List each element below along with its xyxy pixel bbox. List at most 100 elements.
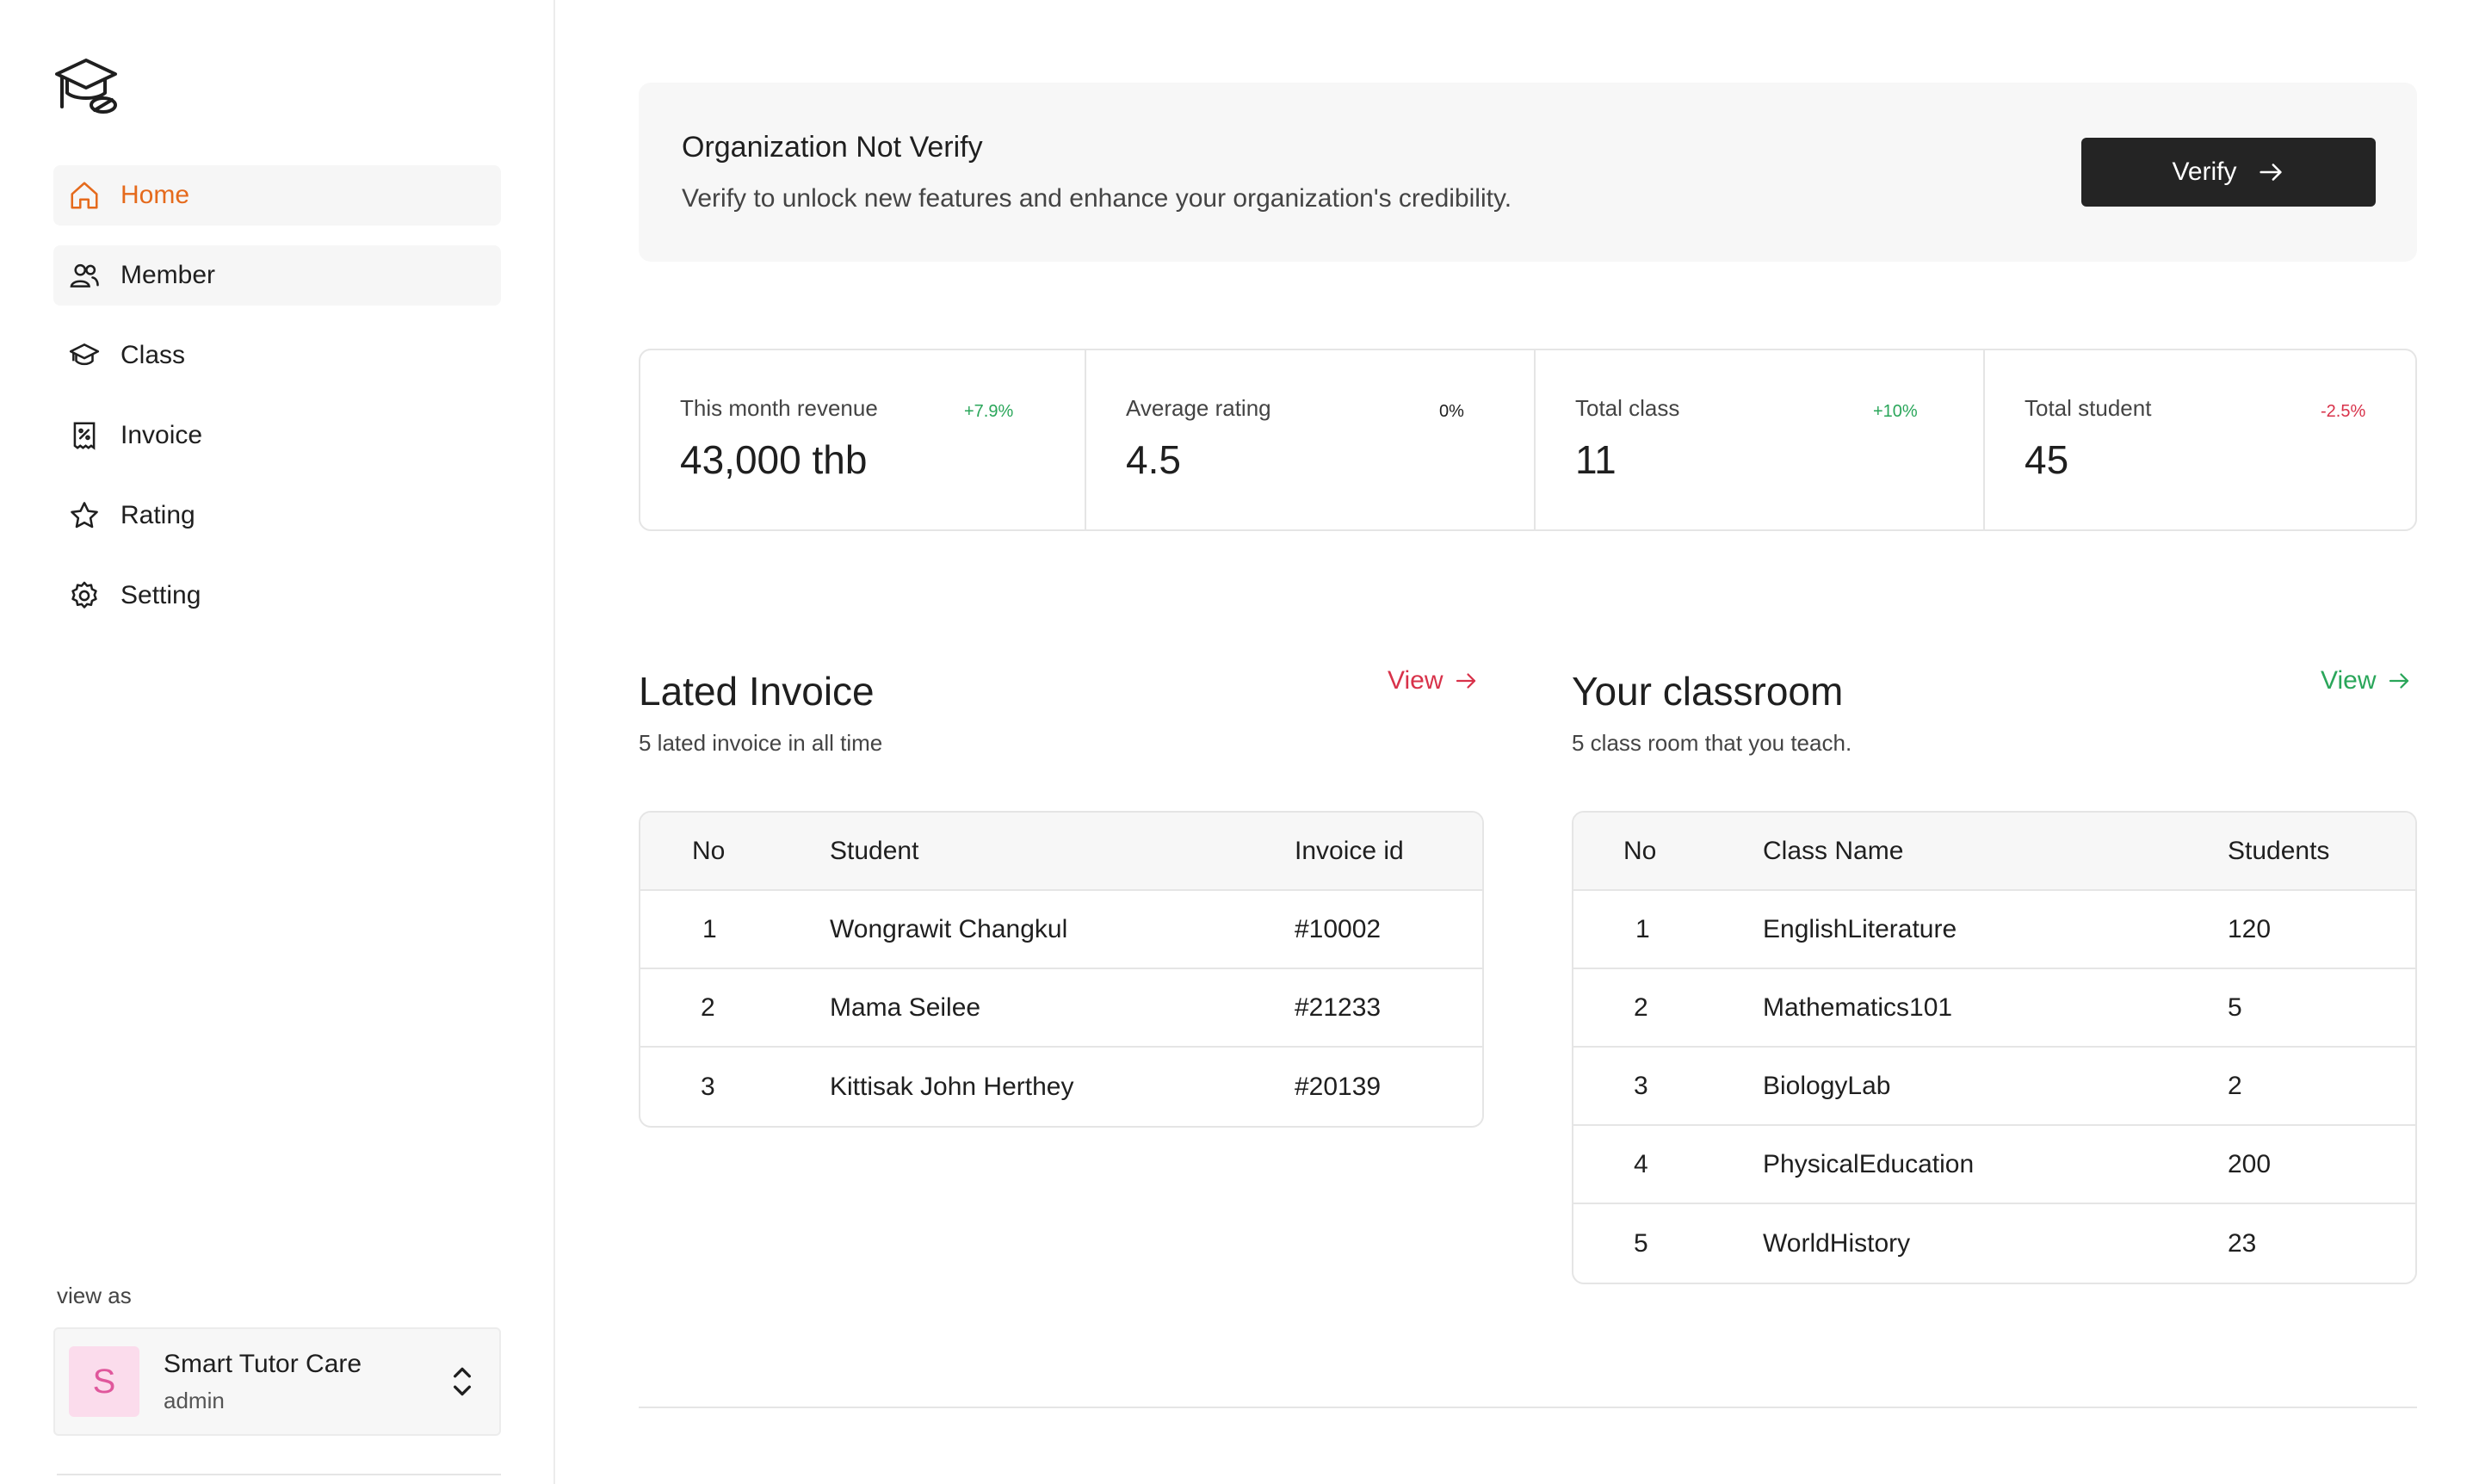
table-cell: Mathematics101 xyxy=(1763,992,1953,1022)
table-cell: BiologyLab xyxy=(1763,1071,1891,1100)
stat-label: Average rating xyxy=(1126,395,1271,421)
verify-banner: Organization Not Verify Verify to unlock… xyxy=(639,83,2417,262)
stat-delta: 0% xyxy=(1439,402,1464,421)
column-header: Class Name xyxy=(1763,836,1904,865)
table-header: No Student Invoice id xyxy=(640,813,1482,891)
stat-value: 43,000 thb xyxy=(680,437,868,482)
table-cell: 2 xyxy=(2228,1071,2242,1100)
view-link-label: View xyxy=(2321,666,2377,695)
classroom-section-title: Your classroom xyxy=(1572,669,1844,714)
users-icon xyxy=(67,258,102,293)
stat-card-class: Total class 11 +10% xyxy=(1536,350,1985,529)
sidebar-item-invoice[interactable]: Invoice xyxy=(53,405,501,466)
stat-card-rating: Average rating 4.5 0% xyxy=(1086,350,1536,529)
divider xyxy=(57,1474,501,1475)
sidebar-nav: Home Member Class Invoice Rating Setting xyxy=(53,165,501,646)
graduation-cap-icon[interactable] xyxy=(53,53,122,115)
table-cell: Mama Seilee xyxy=(830,992,981,1022)
stat-value: 11 xyxy=(1575,437,1617,482)
sidebar: Home Member Class Invoice Rating Setting… xyxy=(0,0,555,1484)
home-icon xyxy=(67,178,102,213)
sidebar-item-rating[interactable]: Rating xyxy=(53,485,501,546)
sidebar-item-home[interactable]: Home xyxy=(53,165,501,226)
table-cell: 4 xyxy=(1634,1149,1648,1178)
table-cell: 3 xyxy=(1634,1071,1648,1100)
divider xyxy=(639,1407,2417,1408)
sidebar-item-label: Rating xyxy=(121,501,195,529)
stat-label: Total class xyxy=(1575,395,1680,421)
table-row[interactable]: 3 BiologyLab 2 xyxy=(1573,1048,2415,1126)
table-cell: Kittisak John Herthey xyxy=(830,1072,1074,1101)
column-header: No xyxy=(692,836,726,865)
verify-button-label: Verify xyxy=(2172,158,2237,186)
org-name: Smart Tutor Care xyxy=(164,1349,362,1378)
table-cell: 5 xyxy=(1634,1228,1648,1258)
stats-panel: This month revenue 43,000 thb +7.9% Aver… xyxy=(639,349,2417,531)
table-cell: 200 xyxy=(2228,1149,2272,1178)
stat-value: 45 xyxy=(2025,437,2069,482)
invoice-table: No Student Invoice id 1 Wongrawit Changk… xyxy=(639,811,1484,1128)
sidebar-item-label: Member xyxy=(121,261,216,289)
classroom-table: No Class Name Students 1 EnglishLiteratu… xyxy=(1572,811,2417,1284)
table-row[interactable]: 1 EnglishLiterature 120 xyxy=(1573,891,2415,969)
invoice-section-title: Lated Invoice xyxy=(639,669,875,714)
stat-card-revenue: This month revenue 43,000 thb +7.9% xyxy=(640,350,1086,529)
table-row[interactable]: 4 PhysicalEducation 200 xyxy=(1573,1126,2415,1204)
table-cell: 2 xyxy=(701,992,715,1022)
classroom-view-link[interactable]: View xyxy=(2321,666,2412,696)
org-role: admin xyxy=(164,1387,225,1413)
sidebar-item-label: Class xyxy=(121,341,186,369)
gear-icon xyxy=(67,578,102,613)
table-cell: PhysicalEducation xyxy=(1763,1149,1975,1178)
classroom-section-subtitle: 5 class room that you teach. xyxy=(1572,730,1852,756)
banner-subtitle: Verify to unlock new features and enhanc… xyxy=(682,184,1512,213)
view-link-label: View xyxy=(1388,666,1444,695)
column-header: No xyxy=(1623,836,1657,865)
org-switcher[interactable]: S Smart Tutor Care admin xyxy=(53,1327,501,1436)
graduation-cap-icon xyxy=(67,338,102,373)
stat-value: 4.5 xyxy=(1126,437,1181,482)
stat-label: Total student xyxy=(2025,395,2152,421)
table-cell: EnglishLiterature xyxy=(1763,914,1957,943)
verify-button[interactable]: Verify xyxy=(2081,138,2376,207)
view-as-label: view as xyxy=(57,1283,132,1308)
sidebar-item-label: Home xyxy=(121,181,190,209)
table-cell: 120 xyxy=(2228,914,2272,943)
stat-delta: -2.5% xyxy=(2321,402,2366,421)
banner-title: Organization Not Verify xyxy=(682,131,983,164)
table-row[interactable]: 3 Kittisak John Herthey #20139 xyxy=(640,1048,1482,1126)
avatar: S xyxy=(69,1346,139,1417)
table-cell: 3 xyxy=(701,1072,715,1101)
table-row[interactable]: 2 Mathematics101 5 xyxy=(1573,969,2415,1048)
chevron-up-down-icon[interactable] xyxy=(441,1360,484,1403)
table-cell: WorldHistory xyxy=(1763,1228,1911,1258)
stat-delta: +7.9% xyxy=(964,402,1014,421)
star-icon xyxy=(67,498,102,533)
arrow-right-icon xyxy=(2389,673,2409,689)
invoice-view-link[interactable]: View xyxy=(1388,666,1479,696)
column-header: Invoice id xyxy=(1295,836,1404,865)
sidebar-item-label: Setting xyxy=(121,581,201,609)
sidebar-item-label: Invoice xyxy=(121,421,203,449)
arrow-right-icon xyxy=(2259,164,2282,181)
table-header: No Class Name Students xyxy=(1573,813,2415,891)
table-row[interactable]: 5 WorldHistory 23 xyxy=(1573,1204,2415,1283)
table-cell: 1 xyxy=(1635,914,1650,943)
table-cell: 1 xyxy=(702,914,717,943)
stat-card-students: Total student 45 -2.5% xyxy=(1985,350,2415,529)
table-row[interactable]: 2 Mama Seilee #21233 xyxy=(640,969,1482,1048)
sidebar-item-setting[interactable]: Setting xyxy=(53,566,501,626)
invoice-section-subtitle: 5 lated invoice in all time xyxy=(639,730,883,756)
receipt-icon xyxy=(67,418,102,453)
table-cell: Wongrawit Changkul xyxy=(830,914,1068,943)
table-cell: #20139 xyxy=(1295,1072,1382,1101)
table-cell: 2 xyxy=(1634,992,1648,1022)
table-cell: 5 xyxy=(2228,992,2242,1022)
table-row[interactable]: 1 Wongrawit Changkul #10002 xyxy=(640,891,1482,969)
sidebar-item-member[interactable]: Member xyxy=(53,245,501,306)
column-header: Students xyxy=(2228,836,2330,865)
table-cell: 23 xyxy=(2228,1228,2257,1258)
stat-label: This month revenue xyxy=(680,395,878,421)
sidebar-item-class[interactable]: Class xyxy=(53,325,501,386)
table-cell: #10002 xyxy=(1295,914,1382,943)
